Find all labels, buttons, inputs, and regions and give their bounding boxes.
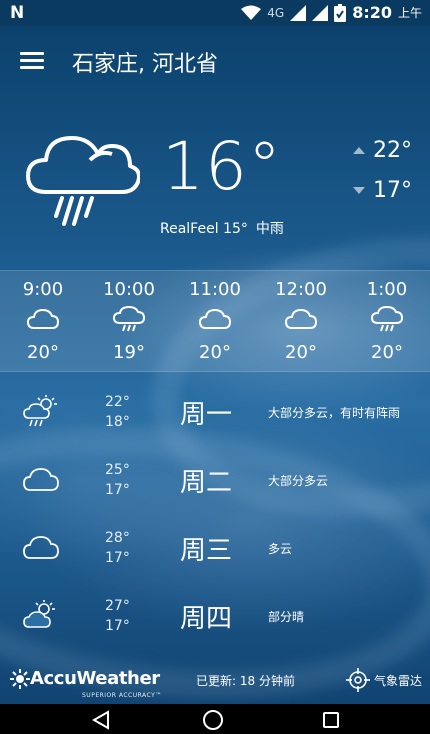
signal-icon bbox=[312, 4, 329, 21]
sun-cloud-rain-icon bbox=[23, 395, 57, 427]
recents-icon[interactable] bbox=[323, 712, 339, 728]
footer: AccuWeather SUPERIOR ACCURACY™ 已更新: 18 分… bbox=[0, 658, 430, 704]
hour-time: 1:00 bbox=[366, 279, 408, 300]
high-low: 22° 17° bbox=[353, 130, 412, 210]
menu-icon[interactable] bbox=[20, 52, 44, 70]
day-high: 28° bbox=[105, 530, 130, 546]
notification-n-icon: N bbox=[10, 3, 25, 23]
hour-time: 11:00 bbox=[189, 279, 241, 300]
day-row[interactable]: 28° 17° 周三 多云 bbox=[0, 514, 430, 582]
brand-tagline: SUPERIOR ACCURACY™ bbox=[82, 692, 162, 699]
realfeel-line: RealFeel 15° 中雨 bbox=[160, 218, 284, 238]
battery-icon bbox=[334, 3, 347, 22]
day-low: 18° bbox=[105, 414, 130, 430]
day-row[interactable]: 27° 17° 周四 部分晴 bbox=[0, 582, 430, 650]
day-name: 周一 bbox=[180, 400, 233, 430]
cloud-icon bbox=[26, 308, 60, 329]
radar-button[interactable]: 气象雷达 bbox=[345, 668, 422, 692]
header: 石家庄, 河北省 bbox=[0, 26, 430, 96]
cloud-icon bbox=[23, 468, 59, 491]
signal-icon bbox=[290, 4, 307, 21]
hour-temp: 20° bbox=[371, 342, 403, 363]
hour-temp: 20° bbox=[199, 342, 231, 363]
arrow-down-icon bbox=[353, 186, 365, 194]
hour-time: 12:00 bbox=[275, 279, 327, 300]
day-name: 周三 bbox=[180, 536, 233, 566]
day-low: 17° bbox=[105, 550, 130, 566]
day-high: 27° bbox=[105, 598, 130, 614]
sun-logo-icon bbox=[10, 668, 30, 689]
back-icon[interactable] bbox=[92, 710, 110, 730]
cloud-rain-icon bbox=[370, 305, 404, 332]
hour-item[interactable]: 12:00 20° bbox=[258, 271, 344, 371]
wifi-icon bbox=[241, 5, 262, 20]
day-row[interactable]: 22° 18° 周一 大部分多云，有时有阵雨 bbox=[0, 378, 430, 446]
hour-temp: 20° bbox=[285, 342, 317, 363]
hour-item[interactable]: 1:00 20° bbox=[344, 271, 430, 371]
day-description: 大部分多云，有时有阵雨 bbox=[268, 406, 401, 420]
cloud-rain-icon bbox=[26, 136, 140, 226]
navigation-bar bbox=[0, 704, 430, 734]
day-name: 周四 bbox=[180, 604, 233, 634]
hourly-forecast[interactable]: 9:00 20° 10:00 19° 11:00 20° 12:00 20° 1… bbox=[0, 270, 430, 372]
day-high: 22° bbox=[105, 394, 130, 410]
high-temp: 22° bbox=[373, 137, 412, 163]
cloud-icon bbox=[23, 536, 59, 559]
day-description: 多云 bbox=[268, 542, 293, 556]
clock-ampm: 上午 bbox=[397, 6, 422, 20]
day-row[interactable]: 25° 17° 周二 大部分多云 bbox=[0, 446, 430, 514]
crosshair-icon bbox=[345, 668, 370, 692]
status-bar: N 4G 8:20 上午 bbox=[0, 0, 430, 26]
hour-time: 10:00 bbox=[103, 279, 155, 300]
daily-forecast: 22° 18° 周一 大部分多云，有时有阵雨 25° 17° 周二 大部分多云 … bbox=[0, 378, 430, 650]
sun-cloud-icon bbox=[23, 600, 55, 628]
cloud-icon bbox=[198, 308, 232, 329]
radar-label: 气象雷达 bbox=[373, 673, 422, 688]
accuweather-logo[interactable]: AccuWeather SUPERIOR ACCURACY™ bbox=[10, 668, 161, 699]
current-conditions: 16° 22° 17° RealFeel 15° 中雨 bbox=[0, 110, 430, 250]
arrow-up-icon bbox=[353, 146, 365, 154]
current-temperature: 16° bbox=[162, 128, 282, 205]
clock-time: 8:20 bbox=[352, 3, 392, 22]
day-description: 部分晴 bbox=[268, 610, 305, 624]
day-low: 17° bbox=[105, 618, 130, 634]
day-high: 25° bbox=[105, 462, 130, 478]
location-title[interactable]: 石家庄, 河北省 bbox=[72, 46, 218, 78]
status-icons: 4G 8:20 上午 bbox=[241, 3, 422, 22]
low-temp: 17° bbox=[373, 177, 412, 203]
day-name: 周二 bbox=[180, 468, 233, 498]
cloud-rain-icon bbox=[112, 305, 146, 332]
condition-text: 中雨 bbox=[255, 221, 284, 237]
hour-time: 9:00 bbox=[22, 279, 64, 300]
updated-time: 已更新: 18 分钟前 bbox=[196, 674, 295, 688]
day-description: 大部分多云 bbox=[268, 474, 329, 488]
hour-item[interactable]: 9:00 20° bbox=[0, 271, 86, 371]
home-icon[interactable] bbox=[203, 710, 223, 730]
cloud-icon bbox=[284, 308, 318, 329]
realfeel-value: RealFeel 15° bbox=[160, 221, 248, 237]
brand-name: AccuWeather bbox=[30, 668, 160, 689]
hour-temp: 20° bbox=[27, 342, 59, 363]
hour-item[interactable]: 10:00 19° bbox=[86, 271, 172, 371]
hour-item[interactable]: 11:00 20° bbox=[172, 271, 258, 371]
day-low: 17° bbox=[105, 482, 130, 498]
network-type: 4G bbox=[267, 5, 285, 20]
hour-temp: 19° bbox=[113, 342, 145, 363]
